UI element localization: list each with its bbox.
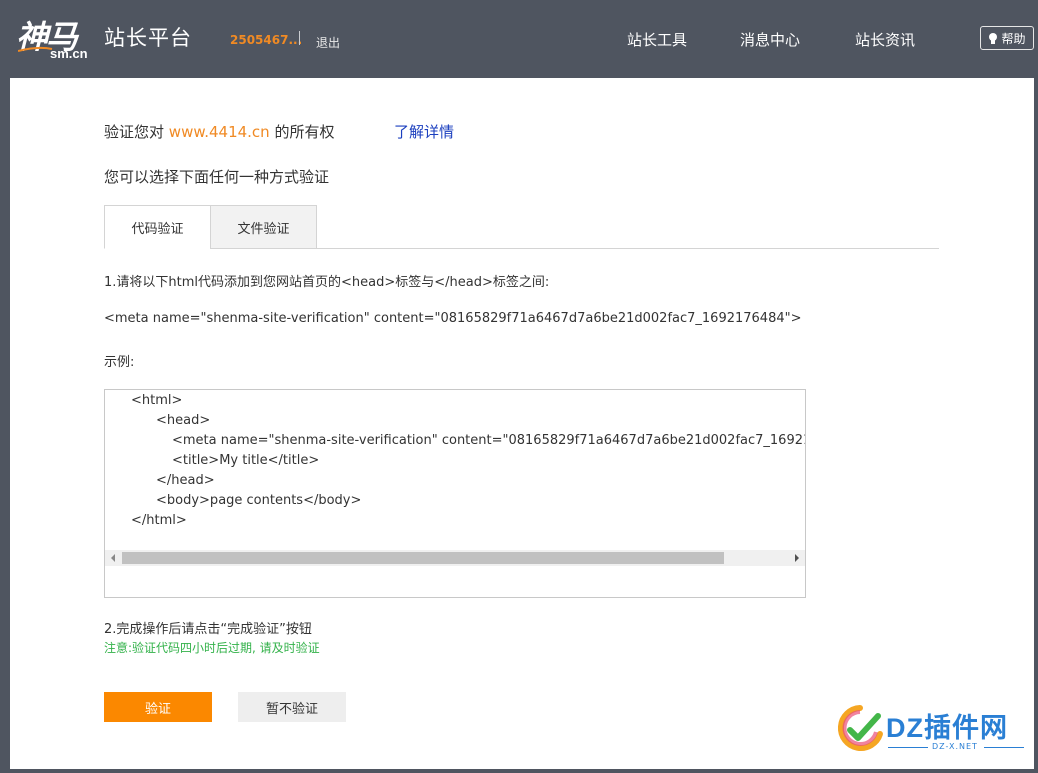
nav-webmaster-news[interactable]: 站长资讯	[855, 29, 915, 50]
dz-logo-icon	[837, 705, 883, 751]
code-line: </html>	[131, 513, 187, 528]
code-line: <head>	[156, 413, 211, 428]
step2-instruction: 2.完成操作后请点击“完成验证”按钮	[104, 622, 312, 637]
meta-tag-code[interactable]: <meta name="shenma-site-verification" co…	[104, 311, 802, 326]
header-separator	[299, 31, 300, 45]
shenma-logo[interactable]: 神马 sm.cn 站长平台	[16, 8, 216, 68]
watermark-text: DZ插件网	[886, 713, 1008, 743]
logout-link[interactable]: 退出	[316, 34, 340, 51]
watermark-line-right	[984, 747, 1024, 748]
code-line: </head>	[156, 473, 215, 488]
lightbulb-icon	[989, 32, 998, 44]
example-code-box[interactable]: <html> <head> <meta name="shenma-site-ve…	[104, 389, 806, 598]
logo-platform-text: 站长平台	[104, 26, 192, 50]
expiry-notice: 注意:验证代码四小时后过期, 请及时验证	[104, 641, 320, 655]
skip-verify-button[interactable]: 暂不验证	[238, 692, 346, 722]
code-line: <title>My title</title>	[172, 453, 320, 468]
logo-sub-text: sm.cn	[50, 46, 88, 61]
code-line: <html>	[131, 393, 183, 408]
horizontal-scrollbar[interactable]	[105, 550, 805, 566]
watermark-subtext: DZ-X.NET	[932, 742, 978, 751]
tab-code-verification[interactable]: 代码验证	[104, 205, 211, 249]
watermark-line-left	[888, 747, 928, 748]
method-subtitle: 您可以选择下面任何一种方式验证	[104, 168, 330, 186]
help-button[interactable]: 帮助	[980, 26, 1034, 50]
help-label: 帮助	[1001, 31, 1026, 46]
nav-webmaster-tools[interactable]: 站长工具	[627, 29, 687, 50]
verify-button[interactable]: 验证	[104, 692, 212, 722]
top-header: 神马 sm.cn 站长平台 2505467... 退出 站长工具 消息中心 站长…	[0, 0, 1038, 78]
site-domain: www.4414.cn	[168, 123, 270, 141]
example-label: 示例:	[104, 355, 135, 370]
title-suffix: 的所有权	[274, 123, 335, 141]
nav-message-center[interactable]: 消息中心	[740, 29, 800, 50]
user-id[interactable]: 2505467...	[230, 33, 302, 47]
tab-file-verification[interactable]: 文件验证	[210, 205, 317, 249]
code-line: <body>page contents</body>	[156, 493, 362, 508]
learn-more-link[interactable]: 了解详情	[394, 121, 454, 142]
code-content: <html> <head> <meta name="shenma-site-ve…	[105, 390, 805, 550]
code-line: <meta name="shenma-site-verification" co…	[172, 433, 805, 448]
scroll-left-icon[interactable]	[105, 550, 121, 566]
scrollbar-thumb[interactable]	[122, 552, 724, 564]
dz-watermark: DZ插件网 DZ-X.NET	[836, 702, 1036, 762]
scroll-right-icon[interactable]	[789, 550, 805, 566]
ownership-title: 验证您对 www.4414.cn 的所有权	[104, 121, 335, 142]
title-prefix: 验证您对	[104, 123, 165, 141]
step1-instruction: 1.请将以下html代码添加到您网站首页的<head>标签与</head>标签之…	[104, 275, 550, 290]
verification-panel: 验证您对 www.4414.cn 的所有权 了解详情 您可以选择下面任何一种方式…	[10, 78, 1034, 769]
